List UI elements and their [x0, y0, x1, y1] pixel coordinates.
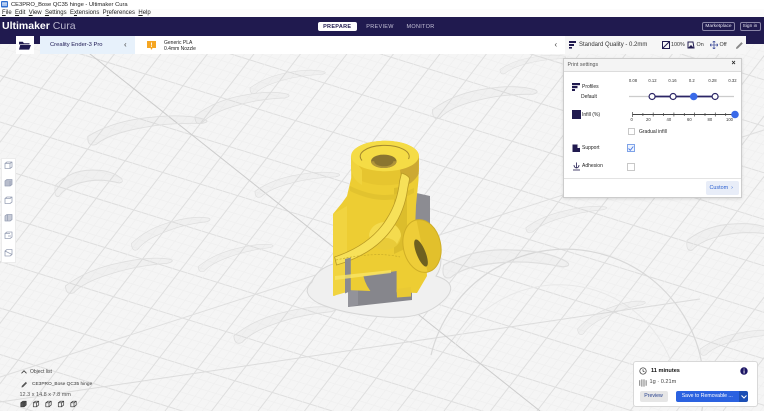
- svg-text:!: !: [150, 42, 152, 49]
